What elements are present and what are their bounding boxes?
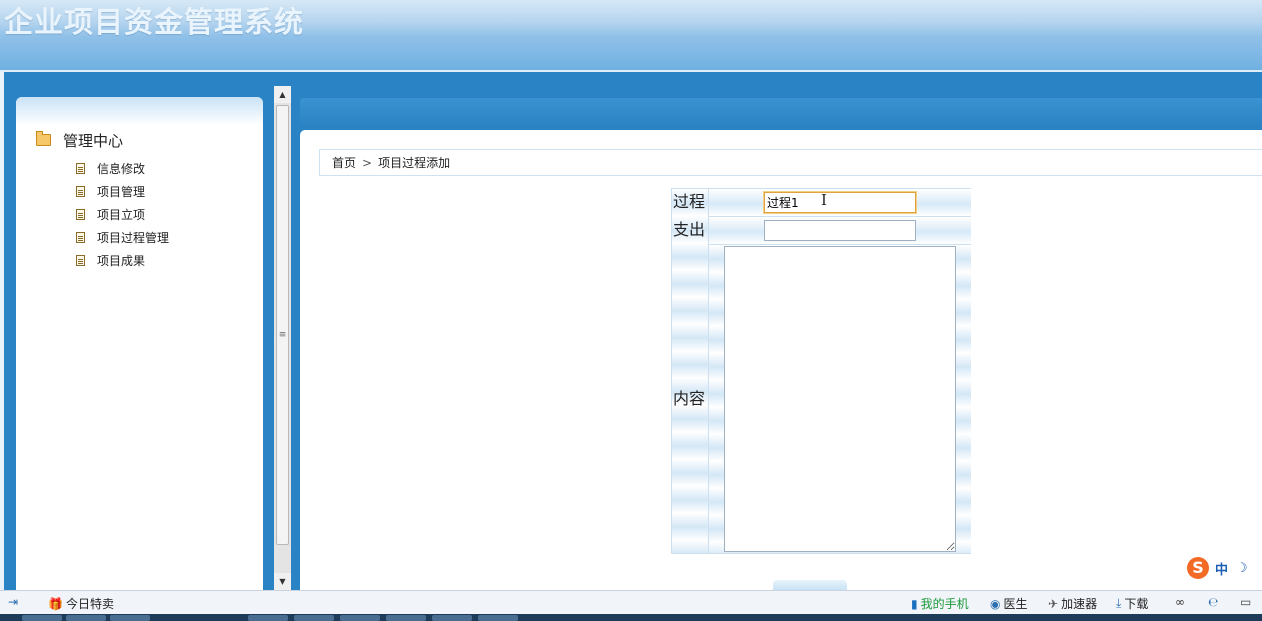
accelerator-label: 加速器 — [1061, 597, 1098, 611]
document-icon — [76, 254, 85, 266]
scroll-thumb[interactable]: ≡ — [276, 105, 289, 545]
expense-label: 支出 — [673, 220, 706, 239]
document-icon — [76, 185, 85, 197]
taskbar-button[interactable] — [22, 615, 62, 621]
process-add-form: 过程 支出 内容 — [671, 188, 971, 554]
app-header: 企业项目资金管理系统 — [0, 0, 1262, 71]
process-row — [709, 189, 971, 217]
submit-button[interactable] — [773, 580, 847, 590]
folder-open-icon — [36, 131, 51, 146]
sidebar-header — [16, 97, 263, 125]
taskbar-button[interactable] — [386, 615, 426, 621]
sogou-logo-icon: S — [1187, 557, 1209, 579]
main-content: 首页 > 项目过程添加 过程 支出 内容 I — [300, 130, 1262, 590]
phone-icon: ▮ — [911, 596, 918, 611]
my-phone-label: 我的手机 — [920, 597, 969, 611]
expense-input[interactable] — [764, 220, 916, 241]
content-textarea[interactable] — [724, 246, 956, 552]
download-icon: ⤓ — [1116, 596, 1122, 610]
content-label: 内容 — [673, 389, 706, 408]
doctor-icon: ◉ — [990, 596, 1001, 611]
sidebar-item-project-results[interactable]: 项目成果 — [76, 251, 145, 269]
sidebar-scrollbar[interactable]: ▲ ≡ ▼ — [274, 86, 291, 590]
text-cursor-icon: I — [821, 191, 827, 209]
sidebar-item-label: 项目过程管理 — [97, 230, 170, 245]
content-header-bar — [300, 98, 1262, 128]
deal-label: 今日特卖 — [65, 597, 114, 611]
taskbar-button[interactable] — [340, 615, 380, 621]
accelerator-link[interactable]: ✈ 加速器 — [1048, 595, 1097, 612]
download-link[interactable]: ⤓ 下载 — [1116, 595, 1148, 612]
taskbar-button[interactable] — [294, 615, 334, 621]
sidebar-item-label: 项目管理 — [97, 184, 146, 199]
taskbar-button[interactable] — [110, 615, 150, 621]
download-label: 下载 — [1124, 597, 1149, 611]
sidebar-item-project-manage[interactable]: 项目管理 — [76, 182, 145, 200]
grip-icon: ≡ — [278, 330, 287, 340]
ime-mode[interactable]: 中 — [1215, 559, 1228, 578]
sidebar-item-project-approval[interactable]: 项目立项 — [76, 205, 145, 223]
ime-toolbar[interactable]: S 中 ☽ — [1185, 555, 1262, 581]
exit-icon[interactable]: ⇥ — [8, 595, 21, 609]
gift-icon: 🎁 — [48, 596, 63, 611]
expense-row — [709, 217, 971, 245]
process-input[interactable] — [764, 192, 916, 213]
ie-icon[interactable]: ℮ — [1208, 595, 1221, 609]
window-icon[interactable]: ▭ — [1240, 595, 1254, 609]
deal-link[interactable]: 🎁 今日特卖 — [48, 595, 114, 612]
my-phone-link[interactable]: ▮ 我的手机 — [911, 595, 969, 612]
breadcrumb-separator: > — [362, 155, 373, 170]
sidebar-group-label: 管理中心 — [63, 131, 124, 150]
browser-statusbar: ⇥ 🎁 今日特卖 ▮ 我的手机 ◉ 医生 ✈ 加速器 ⤓ 下载 ∞ ℮ ▭ — [0, 590, 1262, 614]
document-icon — [76, 231, 85, 243]
process-label: 过程 — [673, 192, 706, 211]
scroll-down-arrow-icon[interactable]: ▼ — [274, 573, 291, 590]
taskbar-button[interactable] — [432, 615, 472, 621]
label-column: 过程 支出 内容 — [672, 189, 708, 553]
sidebar: 管理中心 信息修改 项目管理 项目立项 项目过程管理 项目成果 — [16, 97, 263, 590]
sidebar-item-process-manage[interactable]: 项目过程管理 — [76, 228, 169, 246]
value-column — [708, 189, 971, 553]
moon-icon[interactable]: ☽ — [1236, 561, 1248, 576]
breadcrumb-home[interactable]: 首页 — [332, 154, 356, 171]
taskbar-button[interactable] — [248, 615, 288, 621]
doctor-label: 医生 — [1003, 597, 1028, 611]
scroll-up-arrow-icon[interactable]: ▲ — [274, 86, 291, 103]
document-icon — [76, 208, 85, 220]
rocket-icon: ✈ — [1048, 596, 1059, 611]
doctor-link[interactable]: ◉ 医生 — [990, 595, 1028, 612]
sidebar-item-label: 项目成果 — [97, 253, 146, 268]
taskbar-button[interactable] — [478, 615, 518, 621]
document-icon — [76, 162, 85, 174]
breadcrumb: 首页 > 项目过程添加 — [319, 149, 1262, 176]
breadcrumb-current: 项目过程添加 — [378, 156, 451, 170]
os-taskbar — [0, 614, 1262, 621]
sidebar-item-label: 项目立项 — [97, 207, 146, 222]
app-title: 企业项目资金管理系统 — [4, 5, 305, 39]
sidebar-group-admin[interactable]: 管理中心 — [36, 130, 123, 150]
sidebar-item-label: 信息修改 — [97, 161, 146, 176]
mask-icon[interactable]: ∞ — [1175, 595, 1188, 609]
taskbar-button[interactable] — [66, 615, 106, 621]
sidebar-item-info-edit[interactable]: 信息修改 — [76, 159, 145, 177]
